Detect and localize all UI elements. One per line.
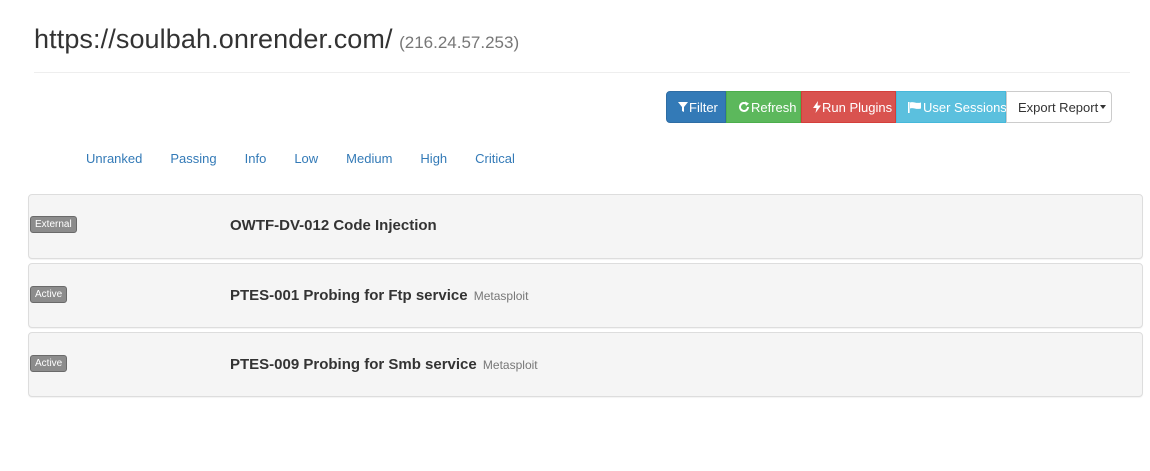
plugin-title-text: OWTF-DV-012 Code Injection — [230, 217, 437, 234]
caret-down-icon — [1100, 105, 1107, 109]
plugin-title: OWTF-DV-012 Code Injection — [230, 217, 437, 234]
refresh-icon — [738, 101, 750, 113]
plugin-panel[interactable]: Active PTES-009 Probing for Smb service … — [28, 332, 1143, 397]
toolbar: Filter Refresh Run Plugins User Sessions… — [666, 91, 1112, 123]
filter-button[interactable]: Filter — [666, 91, 726, 123]
rank-link-high[interactable]: High — [406, 148, 461, 169]
flash-icon — [813, 101, 821, 113]
plugin-type-badge: External — [30, 216, 77, 233]
plugin-panel[interactable]: External OWTF-DV-012 Code Injection — [28, 194, 1143, 259]
run-plugins-button[interactable]: Run Plugins — [801, 91, 896, 123]
export-report-dropdown[interactable]: Export Report — [1006, 91, 1112, 123]
plugin-title: PTES-001 Probing for Ftp service Metaspl… — [230, 287, 528, 304]
plugin-type-badge: Active — [30, 355, 68, 372]
rank-link-critical[interactable]: Critical — [461, 148, 529, 169]
plugin-title-text: PTES-009 Probing for Smb service — [230, 356, 477, 373]
refresh-button-label: Refresh — [751, 99, 797, 115]
plugin-group-label: Metasploit — [473, 289, 529, 303]
rank-link-passing[interactable]: Passing — [156, 148, 230, 169]
refresh-button[interactable]: Refresh — [726, 91, 801, 123]
plugin-title: PTES-009 Probing for Smb service Metaspl… — [230, 356, 538, 373]
flag-icon — [908, 101, 922, 113]
rank-link-low[interactable]: Low — [280, 148, 332, 169]
export-report-label: Export Report — [1018, 99, 1099, 115]
rank-link-info[interactable]: Info — [231, 148, 281, 169]
user-sessions-button[interactable]: User Sessions — [896, 91, 1007, 123]
run-plugins-button-label: Run Plugins — [822, 99, 893, 115]
page: https://soulbah.onrender.com/ (216.24.57… — [0, 0, 1150, 471]
user-sessions-button-label: User Sessions — [923, 99, 1007, 115]
plugin-group-label: Metasploit — [482, 358, 538, 372]
rank-link-medium[interactable]: Medium — [332, 148, 406, 169]
filter-button-label: Filter — [689, 99, 718, 115]
filter-icon — [678, 101, 688, 113]
target-header: https://soulbah.onrender.com/ (216.24.57… — [34, 24, 1130, 73]
target-url: https://soulbah.onrender.com/ — [34, 24, 393, 54]
rank-filter-nav: Unranked Passing Info Low Medium High Cr… — [72, 148, 529, 169]
plugin-panel[interactable]: Active PTES-001 Probing for Ftp service … — [28, 263, 1143, 328]
plugin-title-text: PTES-001 Probing for Ftp service — [230, 287, 468, 304]
target-ip: (216.24.57.253) — [399, 33, 520, 52]
plugin-type-badge: Active — [30, 286, 68, 303]
rank-link-unranked[interactable]: Unranked — [72, 148, 156, 169]
